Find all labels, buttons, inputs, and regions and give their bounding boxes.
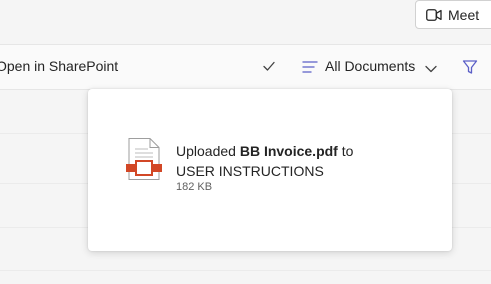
meet-button[interactable]: Meet [415, 0, 491, 29]
pdf-file-icon [126, 137, 162, 186]
top-bar: Meet [0, 0, 491, 45]
meet-label: Meet [448, 6, 480, 23]
filter-icon[interactable] [462, 59, 478, 80]
list-row-divider [0, 270, 491, 271]
file-size: 182 KB [176, 181, 213, 193]
view-selector-label[interactable]: All Documents [325, 58, 415, 74]
chevron-down-icon[interactable] [424, 61, 438, 79]
upload-middle: to [337, 143, 354, 159]
uploaded-file-name: BB Invoice.pdf [239, 143, 338, 159]
upload-message: Uploaded BB Invoice.pdf to USER INSTRUCT… [176, 141, 353, 181]
upload-destination: USER INSTRUCTIONS [176, 163, 324, 179]
open-in-sharepoint-button[interactable]: Open in SharePoint [0, 58, 118, 74]
checkmark-icon[interactable] [262, 59, 276, 78]
upload-prefix: Uploaded [176, 143, 240, 159]
lines-icon[interactable] [302, 60, 318, 79]
document-toolbar: Open in SharePoint All Documents [0, 45, 491, 90]
upload-notification: Uploaded BB Invoice.pdf to USER INSTRUCT… [88, 89, 452, 251]
video-camera-icon [426, 8, 442, 22]
upload-message-line-1: Uploaded BB Invoice.pdf to [176, 141, 353, 161]
